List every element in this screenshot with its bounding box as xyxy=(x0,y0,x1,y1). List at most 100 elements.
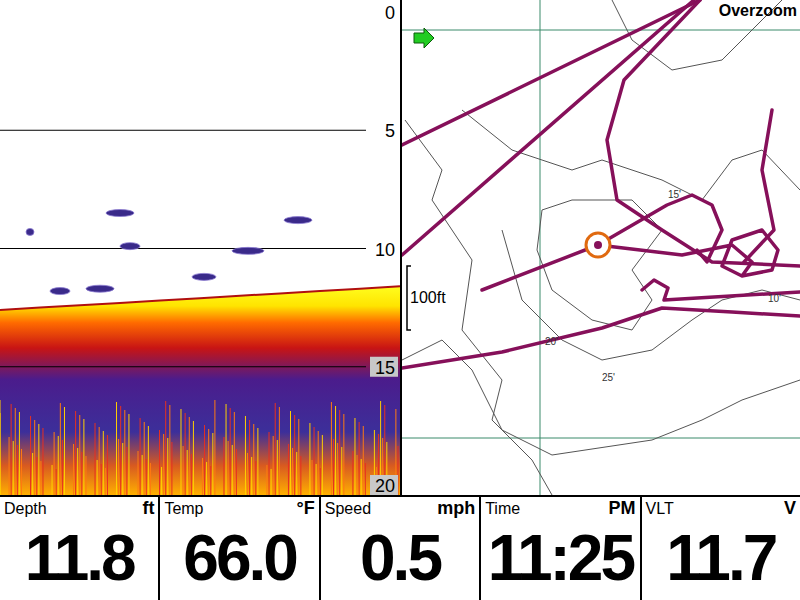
bottom-streak xyxy=(193,421,194,495)
bottom-streak xyxy=(150,463,151,495)
grid-line xyxy=(402,30,800,31)
waypoint-icon[interactable] xyxy=(586,233,610,257)
sonar-panel: 05101520 xyxy=(0,0,400,495)
bottom-streak xyxy=(266,465,267,495)
bottom-streak xyxy=(339,410,340,495)
readout-header: Temp°F xyxy=(160,497,318,519)
sonar-chart: 05101520 xyxy=(0,0,400,495)
bottom-streak xyxy=(251,457,252,495)
bottom-streak xyxy=(83,419,84,495)
bottom-streak xyxy=(271,469,272,495)
fish-arch xyxy=(120,243,140,250)
bottom-streak xyxy=(247,453,248,495)
bottom-streak xyxy=(331,402,332,495)
bottom-streak xyxy=(62,440,63,495)
track-line xyxy=(482,195,722,290)
bottom-streak xyxy=(140,418,141,495)
fishfinder-screen: 0510152015'10'20'25'100ftOverzoomDepthft… xyxy=(0,0,800,600)
svg-text:15: 15 xyxy=(375,358,395,378)
bottom-streak xyxy=(75,411,76,495)
contour-label: 20' xyxy=(545,336,558,347)
bottom-streak xyxy=(316,464,317,495)
bottom-streak xyxy=(21,449,22,495)
bottom-streak xyxy=(191,454,192,495)
fish-arch xyxy=(86,285,114,292)
bottom-streak xyxy=(226,404,227,495)
bottom-streak xyxy=(255,461,256,495)
readout-header: Depthft xyxy=(0,497,158,519)
bottom-streak xyxy=(73,444,74,495)
bottom-streak xyxy=(359,422,360,495)
readout-value: 11.8 xyxy=(0,519,158,600)
bottom-streak xyxy=(118,439,119,495)
bottom-streak xyxy=(99,427,100,495)
bottom-streak xyxy=(103,431,104,495)
views: 0510152015'10'20'25'100ftOverzoom xyxy=(0,0,800,495)
readout-bar: Depthft11.8Temp°F66.0Speedmph0.5TimePM11… xyxy=(0,495,800,600)
depth-gridline xyxy=(0,248,366,249)
bottom-streak xyxy=(128,414,129,495)
bottom-streak xyxy=(320,468,321,495)
svg-text:10: 10 xyxy=(375,240,395,260)
readout-unit: PM xyxy=(609,498,636,518)
bottom-streak xyxy=(234,412,235,495)
bottom-streak xyxy=(60,403,61,495)
readout-value: 11.7 xyxy=(642,519,800,600)
depth-label: 5 xyxy=(385,121,395,141)
bottom-streak xyxy=(354,418,355,495)
bottom-line xyxy=(0,286,400,310)
bottom-streak xyxy=(122,443,123,495)
bottom-streak xyxy=(19,412,20,495)
readout-value: 66.0 xyxy=(160,519,318,600)
panel-divider xyxy=(400,0,402,495)
bottom-streak xyxy=(333,439,334,495)
bottom-streak xyxy=(167,438,168,495)
bottom-streak xyxy=(85,456,86,495)
bottom-streak xyxy=(95,423,96,495)
readout-header: VLTV xyxy=(642,497,800,519)
map-chart: 15'10'20'25'100ftOverzoom xyxy=(402,0,800,495)
bottom-streak xyxy=(335,406,336,495)
bottom-streak xyxy=(183,446,184,495)
contour-line xyxy=(462,110,800,200)
track-line xyxy=(744,110,774,262)
zoom-mode: Overzoom xyxy=(719,2,797,19)
bottom-streak xyxy=(249,420,250,495)
readout-label: Speed xyxy=(325,499,371,519)
bottom-streak xyxy=(363,426,364,495)
bottom-streak xyxy=(236,449,237,495)
bottom-streak xyxy=(15,408,16,495)
bottom-streak xyxy=(204,425,205,495)
depth-label: 10 xyxy=(375,240,395,260)
bottom-streak xyxy=(208,429,209,495)
bottom-streak xyxy=(337,443,338,495)
bottom-streak xyxy=(0,413,1,495)
bottom-streak xyxy=(146,459,147,495)
bottom-streak xyxy=(56,469,57,495)
bottom-streak xyxy=(30,416,31,495)
bottom-streak xyxy=(58,436,59,495)
bottom-streak xyxy=(189,417,190,495)
bottom-streak xyxy=(343,414,344,495)
bottom-streak xyxy=(180,409,181,495)
chart-panel: 15'10'20'25'100ftOverzoom xyxy=(402,0,800,495)
bottom-streak xyxy=(257,428,258,495)
depth-gridline xyxy=(0,366,366,367)
bottom-streak xyxy=(352,451,353,495)
bottom-streak xyxy=(300,456,301,495)
bottom-streak xyxy=(97,460,98,495)
bottom-streak xyxy=(294,415,295,495)
bottom-streak xyxy=(159,430,160,495)
bottom-streak xyxy=(13,441,14,495)
bottom-streak xyxy=(161,467,162,495)
bottom-streak xyxy=(79,415,80,495)
bottom-streak xyxy=(40,461,41,495)
readout-unit: ft xyxy=(142,498,154,518)
readout: TimePM11:25 xyxy=(481,497,639,600)
contour-label: 10' xyxy=(768,293,781,304)
bottom-streak xyxy=(124,410,125,495)
readout-header: Speedmph xyxy=(321,497,479,519)
bottom-streak xyxy=(314,427,315,495)
scale-bar: 100ft xyxy=(407,266,446,330)
bottom-streak xyxy=(105,468,106,495)
